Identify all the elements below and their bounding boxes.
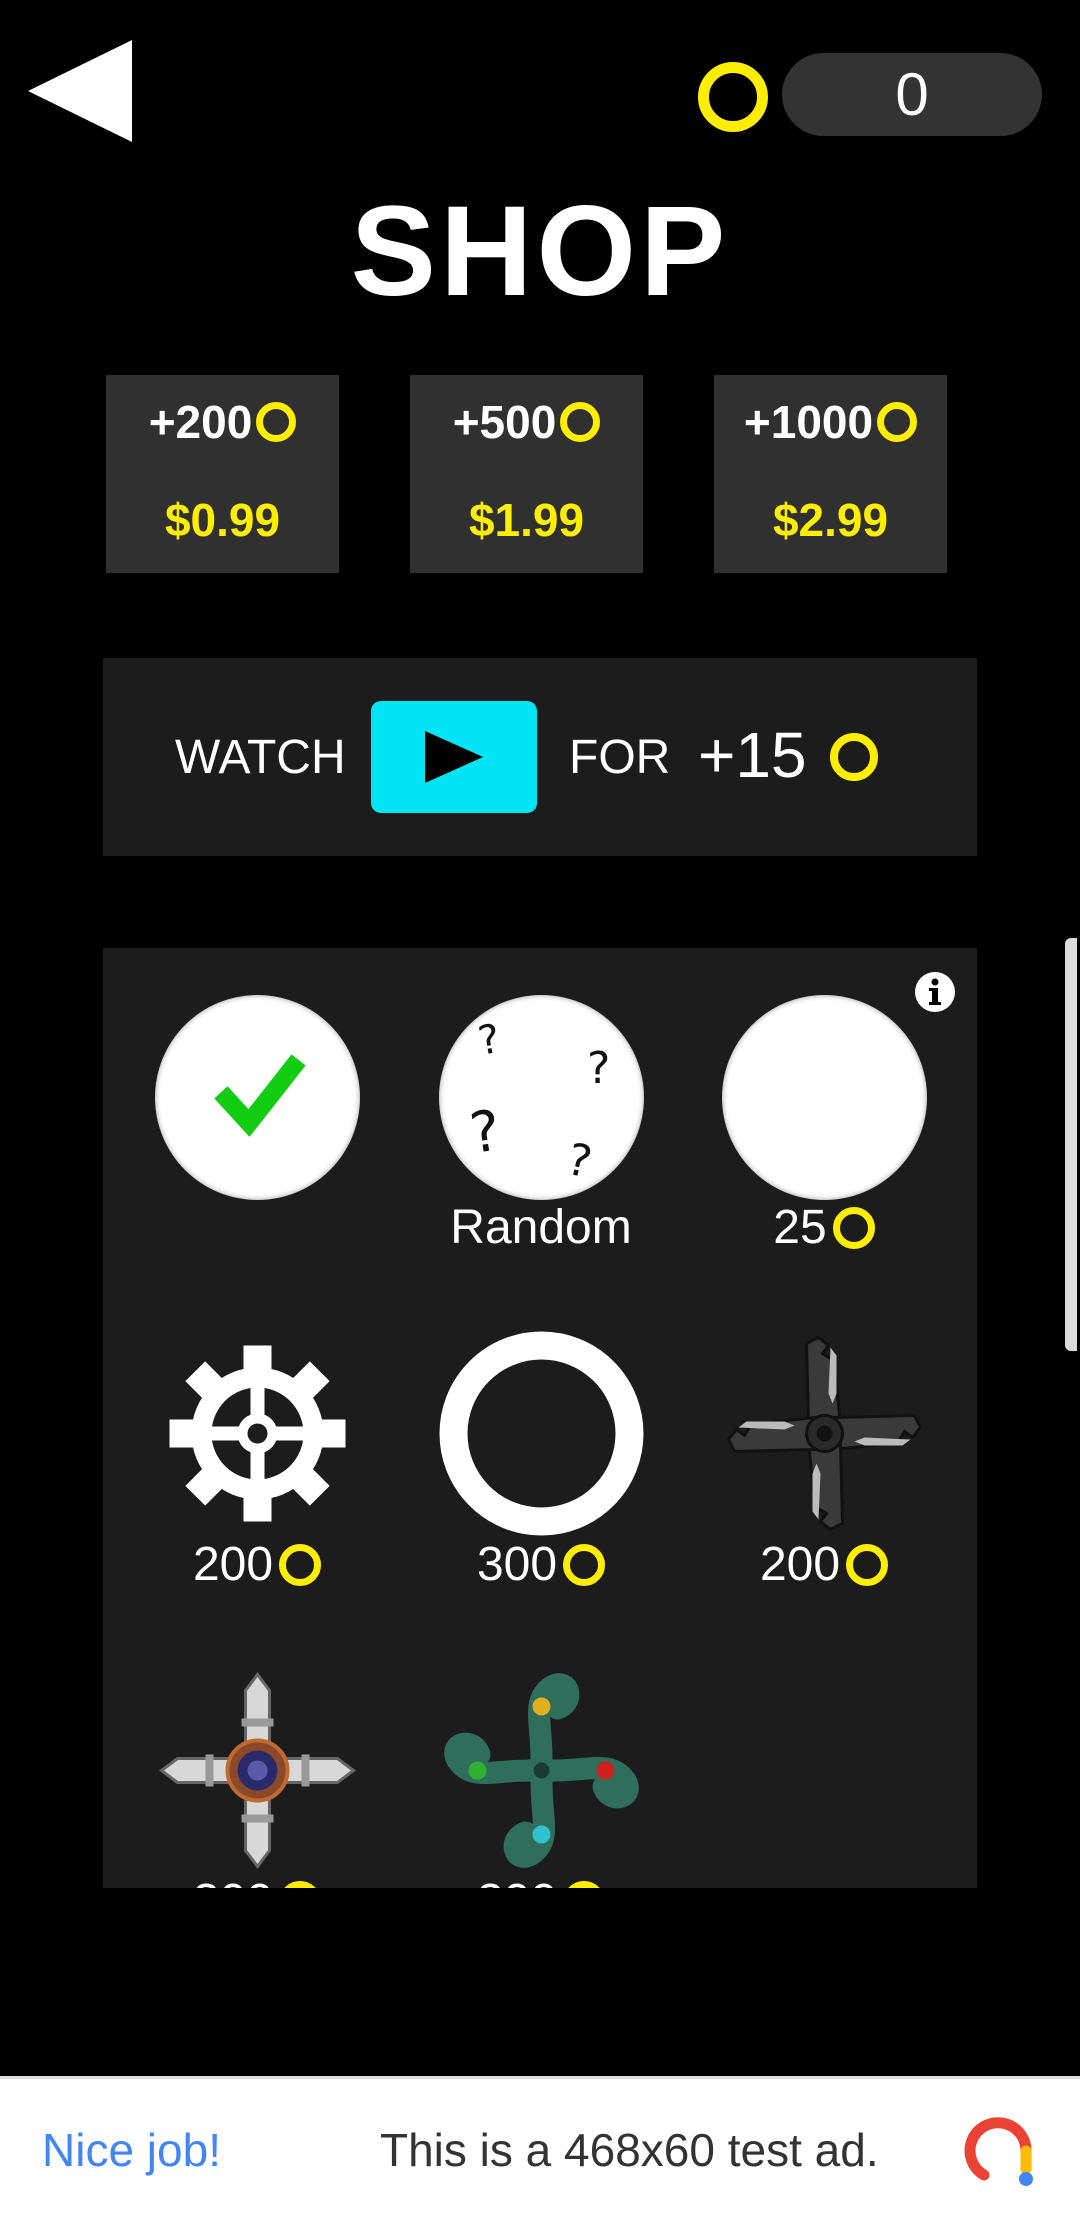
pack-price: $0.99 <box>164 494 281 546</box>
item-label-shuriken: 200 <box>694 1537 954 1592</box>
watch-for-label: FOR <box>569 731 671 784</box>
item-ring[interactable] <box>439 1331 644 1536</box>
pack-amount: +500 <box>410 395 643 449</box>
coin-balance: 0 <box>782 53 1042 136</box>
item-label-text: 200 <box>759 1538 841 1591</box>
item-spinner-green[interactable] <box>439 1668 644 1873</box>
pack-amount: +1000 <box>714 395 947 449</box>
item-label-text: 200 <box>192 1538 274 1591</box>
pack-1000-button[interactable]: +1000 $2.99 <box>714 375 947 573</box>
info-icon[interactable] <box>914 971 956 1013</box>
back-button[interactable] <box>28 40 134 142</box>
ad-banner[interactable]: Nice job! This is a 468x60 test ad. <box>0 2076 1080 2220</box>
pack-amount-text: +200 <box>148 396 253 448</box>
pack-price: $2.99 <box>772 494 889 546</box>
svg-text:?: ? <box>587 1043 610 1094</box>
ad-text: This is a 468x60 test ad. <box>380 2124 879 2176</box>
ring-icon <box>439 1331 644 1536</box>
coin-icon <box>832 1206 875 1249</box>
item-gear[interactable] <box>155 1331 360 1536</box>
coin-icon <box>563 1543 606 1586</box>
item-selected[interactable] <box>155 995 360 1200</box>
watch-ad-panel: WATCH FOR +15 <box>103 658 977 856</box>
pack-amount-text: +500 <box>452 396 557 448</box>
coin-icon <box>877 402 918 442</box>
item-shuriken-dark[interactable] <box>722 1331 927 1536</box>
silver-spinner-icon <box>159 1672 356 1869</box>
pack-amount-text: +1000 <box>743 396 874 448</box>
gear-icon <box>169 1345 346 1522</box>
item-random[interactable]: ? ? ? ? <box>439 995 644 1200</box>
item-grid: ? ? ? ? Random 25 200 300 200 <box>103 948 977 1888</box>
svg-text:?: ? <box>563 1134 596 1189</box>
coin-icon <box>560 402 601 442</box>
item-white-ball[interactable] <box>722 995 927 1200</box>
ad-network-logo-icon <box>964 2117 1033 2186</box>
coin-icon <box>279 1543 322 1586</box>
shuriken-icon <box>726 1335 923 1532</box>
pack-500-button[interactable]: +500 $1.99 <box>410 375 643 573</box>
svg-text:?: ? <box>475 1016 504 1065</box>
watch-reward: +15 <box>698 719 807 791</box>
item-label-text: 300 <box>476 1538 558 1591</box>
green-spinner-icon <box>444 1673 639 1868</box>
page-title: SHOP <box>350 180 730 323</box>
coin-icon <box>256 402 297 442</box>
coin-icon <box>698 62 768 132</box>
coin-icon <box>279 1880 322 1888</box>
item-label-random: Random <box>411 1200 671 1255</box>
checkmark-icon <box>214 1054 306 1137</box>
item-label-text: 300 <box>193 1874 273 1888</box>
item-label-spinner-silver: 300 <box>127 1874 387 1888</box>
pack-price: $1.99 <box>468 494 585 546</box>
watch-label: WATCH <box>175 731 346 784</box>
svg-text:?: ? <box>466 1098 504 1167</box>
question-marks-icon: ? ? ? ? <box>466 1016 610 1189</box>
item-label-text: Random <box>450 1201 632 1254</box>
scrollbar-thumb[interactable] <box>1065 938 1077 1351</box>
item-label-text: 300 <box>477 1874 557 1888</box>
item-label-text: 25 <box>773 1201 827 1254</box>
item-label-gear: 200 <box>127 1537 387 1592</box>
item-label-spinner-green: 300 <box>411 1874 671 1888</box>
coin-icon <box>846 1543 889 1586</box>
item-spinner-silver[interactable] <box>155 1668 360 1873</box>
ad-cta: Nice job! <box>42 2124 221 2176</box>
play-icon <box>425 731 483 783</box>
item-label-ring: 300 <box>411 1537 671 1592</box>
pack-200-button[interactable]: +200 $0.99 <box>106 375 339 573</box>
watch-video-button[interactable] <box>371 701 537 813</box>
item-label-white-ball: 25 <box>694 1200 954 1255</box>
pack-amount: +200 <box>106 395 339 449</box>
coin-balance-value: 0 <box>895 61 929 128</box>
coin-icon <box>830 733 878 781</box>
coin-icon <box>563 1880 606 1888</box>
